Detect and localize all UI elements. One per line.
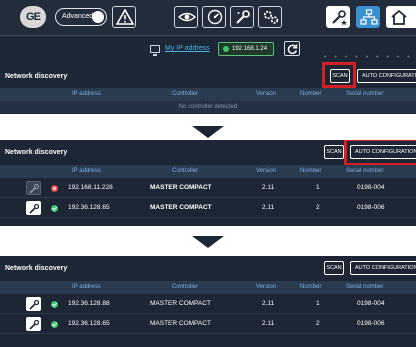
toggle-knob bbox=[92, 11, 104, 23]
cell-controller: MASTER COMPACT bbox=[150, 320, 211, 327]
auto-configuration-button[interactable]: AUTO CONFIGURATION bbox=[350, 261, 416, 275]
configure-row-button[interactable] bbox=[26, 317, 41, 331]
refresh-icon bbox=[287, 44, 298, 54]
wrench-star-icon bbox=[29, 319, 40, 330]
step-arrow-down-icon bbox=[192, 236, 224, 248]
col-serial-number: Serial number bbox=[346, 284, 384, 290]
network-discovery-title: Network discovery bbox=[5, 73, 68, 80]
wrench-star-icon bbox=[29, 299, 40, 310]
col-controller: Controller bbox=[172, 284, 199, 290]
connected-dot-icon bbox=[223, 46, 229, 52]
table-row[interactable]: 192.168.11.228 MASTER COMPACT 2.11 1 019… bbox=[0, 178, 416, 198]
col-number: Number bbox=[300, 91, 322, 97]
configure-row-button[interactable] bbox=[26, 201, 41, 215]
cell-controller: MASTER COMPACT bbox=[150, 300, 211, 307]
status-ok-icon bbox=[51, 205, 58, 212]
tools-button[interactable] bbox=[230, 6, 254, 28]
table-header: IP address Controller Version Number Ser… bbox=[0, 165, 416, 178]
warning-button[interactable] bbox=[112, 6, 136, 28]
col-ip-address: IP address bbox=[72, 91, 101, 97]
auto-config-highlight-box bbox=[344, 140, 416, 166]
auto-configuration-button[interactable]: AUTO CONFIGURATION bbox=[357, 69, 416, 83]
refresh-button[interactable] bbox=[284, 41, 300, 56]
col-version: Version bbox=[256, 91, 277, 97]
network-icon bbox=[360, 9, 378, 25]
step-arrow-down-icon bbox=[192, 126, 224, 138]
scan-button[interactable]: SCAN bbox=[324, 261, 344, 275]
cell-controller: MASTER COMPACT bbox=[150, 184, 212, 191]
col-controller: Controller bbox=[172, 91, 199, 97]
no-controller-message: No controller detected bbox=[0, 101, 416, 113]
col-number: Number bbox=[300, 284, 322, 290]
top-toolbar: GE Advanced bbox=[0, 0, 416, 36]
screen-step-3: Network discovery SCAN AUTO CONFIGURATIO… bbox=[0, 256, 416, 347]
col-serial-number: Serial number bbox=[346, 91, 384, 97]
view-button[interactable] bbox=[174, 6, 198, 28]
network-discovery-title: Network discovery bbox=[5, 265, 68, 272]
cell-ip: 192.36.128.88 bbox=[68, 300, 110, 307]
cell-ip: 192.36.128.65 bbox=[68, 320, 110, 327]
gauge-button[interactable] bbox=[202, 6, 226, 28]
my-ip-link[interactable]: My IP address bbox=[165, 45, 210, 52]
table-header: IP address Controller Version Number Ser… bbox=[0, 88, 416, 101]
home-icon bbox=[391, 9, 407, 25]
network-discovery-title: Network discovery bbox=[5, 149, 68, 156]
network-button[interactable] bbox=[356, 6, 380, 28]
cell-version: 2.11 bbox=[262, 320, 275, 327]
cell-controller: MASTER COMPACT bbox=[150, 204, 212, 211]
col-version: Version bbox=[256, 284, 277, 290]
cell-serial: 0198-004 bbox=[357, 300, 385, 307]
cell-ip: 192.36.128.65 bbox=[68, 204, 110, 211]
settings-icon bbox=[263, 10, 279, 24]
col-serial-number: Serial number bbox=[346, 168, 384, 174]
settings-button[interactable] bbox=[258, 6, 282, 28]
cell-number: 2 bbox=[316, 320, 320, 327]
configuration-button[interactable] bbox=[326, 6, 350, 28]
wrench-star-icon bbox=[29, 183, 40, 194]
scan-button[interactable]: SCAN bbox=[324, 145, 344, 159]
eye-icon bbox=[178, 12, 196, 22]
cell-number: 1 bbox=[316, 184, 320, 191]
computer-icon bbox=[150, 45, 160, 56]
gauge-icon bbox=[207, 9, 223, 25]
warning-icon bbox=[116, 9, 134, 25]
my-ip-value: 192.168.1.24 bbox=[232, 46, 268, 52]
status-ok-icon bbox=[51, 321, 58, 328]
status-ok-icon bbox=[51, 301, 58, 308]
col-ip-address: IP address bbox=[72, 168, 101, 174]
configure-row-button[interactable] bbox=[26, 181, 41, 195]
advanced-mode-toggle[interactable]: Advanced bbox=[55, 8, 107, 26]
wrench-star-icon bbox=[29, 203, 40, 214]
cell-ip: 192.168.11.228 bbox=[68, 184, 113, 191]
col-number: Number bbox=[300, 168, 322, 174]
wrench-icon bbox=[236, 10, 250, 24]
scan-highlight-box bbox=[322, 62, 356, 88]
advanced-toggle-label: Advanced bbox=[62, 13, 94, 20]
wrench-star-icon bbox=[332, 10, 347, 25]
screen-step-2: Network discovery SCAN AUTO CONFIGURATIO… bbox=[0, 140, 416, 226]
cell-serial: 0198-006 bbox=[357, 320, 385, 327]
cell-version: 2.11 bbox=[262, 204, 275, 211]
configure-row-button[interactable] bbox=[26, 297, 41, 311]
table-row[interactable]: 192.36.128.88 MASTER COMPACT 2.11 1 0198… bbox=[0, 294, 416, 314]
pagination-dots: • • • • • • • • • • bbox=[324, 54, 413, 68]
cell-version: 2.11 bbox=[262, 184, 275, 191]
table-header: IP address Controller Version Number Ser… bbox=[0, 281, 416, 294]
cell-number: 2 bbox=[316, 204, 320, 211]
col-controller: Controller bbox=[172, 168, 199, 174]
home-button[interactable] bbox=[386, 6, 416, 28]
cell-version: 2.11 bbox=[262, 300, 275, 307]
table-row[interactable]: 192.36.128.65 MASTER COMPACT 2.11 2 0198… bbox=[0, 314, 416, 334]
col-ip-address: IP address bbox=[72, 284, 101, 290]
status-error-icon bbox=[51, 185, 58, 192]
brand-logo: GE bbox=[20, 6, 46, 28]
cell-serial: 0198-004 bbox=[357, 184, 385, 191]
my-ip-badge: 192.168.1.24 bbox=[218, 42, 274, 56]
cell-serial: 0198-006 bbox=[357, 204, 385, 211]
table-row[interactable]: 192.36.128.65 MASTER COMPACT 2.11 2 0198… bbox=[0, 198, 416, 218]
cell-number: 1 bbox=[316, 300, 320, 307]
screen-step-1: GE Advanced My IP address 192.168.1.24 •… bbox=[0, 0, 416, 114]
col-version: Version bbox=[256, 168, 277, 174]
